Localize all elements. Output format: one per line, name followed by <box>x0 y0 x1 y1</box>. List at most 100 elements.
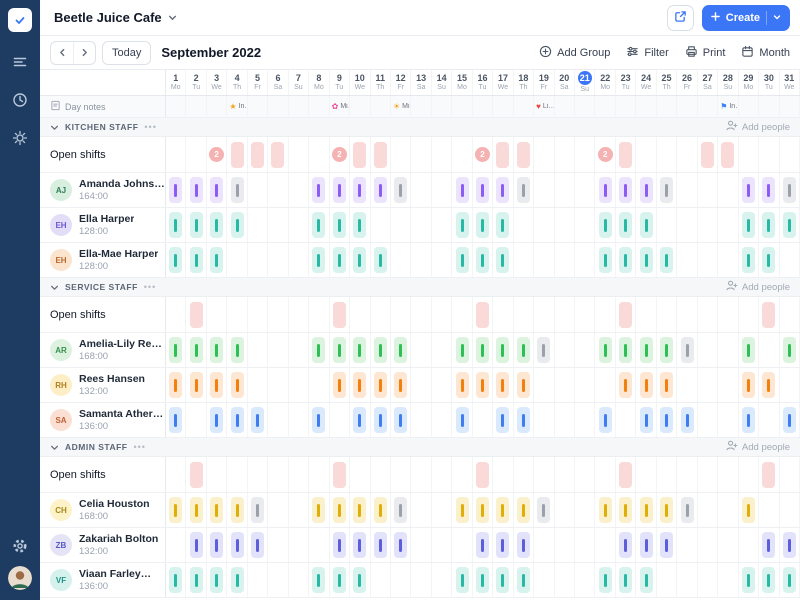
date-header-2[interactable]: 2 Tu <box>186 70 207 95</box>
open-shift-cell-24[interactable] <box>636 297 657 332</box>
date-header-26[interactable]: 26 Fr <box>677 70 698 95</box>
shift-pill[interactable] <box>373 407 387 433</box>
open-shift-cell-16[interactable] <box>473 297 494 332</box>
shift-pill[interactable] <box>496 247 510 273</box>
shift-pill[interactable] <box>312 497 326 523</box>
shift-cell-25[interactable] <box>657 333 678 367</box>
shift-pill[interactable] <box>230 177 244 203</box>
open-shift-cell-12[interactable] <box>391 137 412 172</box>
shift-cell-3[interactable] <box>207 333 228 367</box>
shift-cell-23[interactable] <box>616 173 637 207</box>
open-shift-cell-29[interactable] <box>739 297 760 332</box>
shift-cell-18[interactable] <box>514 403 535 437</box>
employee-cell[interactable]: VF Viaan Farley… 136:00 <box>40 563 166 597</box>
shift-cell-24[interactable] <box>636 403 657 437</box>
shift-pill[interactable] <box>189 337 203 363</box>
shift-pill[interactable] <box>475 497 489 523</box>
shift-pill[interactable] <box>516 567 530 593</box>
open-shift-cell-6[interactable] <box>268 137 289 172</box>
add-people-button[interactable]: Add people <box>725 279 790 295</box>
shift-cell-11[interactable] <box>371 333 391 367</box>
open-shift-cell-25[interactable] <box>657 137 678 172</box>
chevron-down-icon[interactable] <box>50 443 59 452</box>
shift-cell-9[interactable] <box>330 563 351 597</box>
shift-cell-30[interactable] <box>759 333 780 367</box>
prev-button[interactable] <box>51 42 73 64</box>
shift-cell-2[interactable] <box>186 368 207 402</box>
shift-pill[interactable] <box>189 212 203 238</box>
open-shift-cell-16[interactable] <box>473 457 494 492</box>
shift-pill[interactable] <box>455 372 469 398</box>
shift-cell-7[interactable] <box>289 563 310 597</box>
shift-pill[interactable] <box>475 177 489 203</box>
shift-cell-26[interactable] <box>677 528 698 562</box>
employee-cell[interactable]: ZB Zakariah Bolton 132:00 <box>40 528 166 562</box>
open-shift-cell-10[interactable] <box>350 137 371 172</box>
shift-cell-16[interactable] <box>473 493 494 527</box>
shift-pill[interactable] <box>516 177 530 203</box>
open-shift-cell-1[interactable] <box>166 297 187 332</box>
shift-pill[interactable] <box>496 532 510 558</box>
shift-cell-9[interactable] <box>330 368 351 402</box>
date-header-18[interactable]: 18 Th <box>514 70 535 95</box>
shift-cell-15[interactable] <box>452 528 473 562</box>
open-shift-cell-2[interactable] <box>186 297 207 332</box>
shift-pill[interactable] <box>210 532 224 558</box>
add-people-button[interactable]: Add people <box>725 439 790 455</box>
shift-cell-2[interactable] <box>186 243 207 277</box>
shift-cell-18[interactable] <box>514 333 535 367</box>
day-note-cell-6[interactable] <box>268 96 289 117</box>
shift-cell-24[interactable] <box>636 563 657 597</box>
shift-cell-13[interactable] <box>411 208 432 242</box>
shift-cell-14[interactable] <box>432 368 453 402</box>
shift-pill[interactable] <box>189 247 203 273</box>
shift-pill[interactable] <box>619 372 633 398</box>
shift-cell-29[interactable] <box>739 403 760 437</box>
shift-pill[interactable] <box>639 407 653 433</box>
open-shift-cell-13[interactable] <box>411 137 432 172</box>
shift-cell-1[interactable] <box>166 333 187 367</box>
open-shift-cell-20[interactable] <box>555 297 576 332</box>
open-shift-cell-28[interactable] <box>718 457 739 492</box>
open-shift-cell-11[interactable] <box>371 137 391 172</box>
shift-cell-5[interactable] <box>248 368 269 402</box>
shift-pill[interactable] <box>516 337 530 363</box>
shift-cell-24[interactable] <box>636 333 657 367</box>
shift-pill[interactable] <box>189 532 203 558</box>
shift-cell-1[interactable] <box>166 243 187 277</box>
shift-pill[interactable] <box>639 212 653 238</box>
shift-cell-25[interactable] <box>657 493 678 527</box>
shift-pill[interactable] <box>455 247 469 273</box>
date-header-8[interactable]: 8 Mo <box>309 70 330 95</box>
open-shift-cell-27[interactable] <box>698 297 719 332</box>
shift-pill[interactable] <box>312 247 326 273</box>
shift-pill[interactable] <box>660 407 674 433</box>
shift-cell-3[interactable] <box>207 563 228 597</box>
shift-pill[interactable] <box>782 567 796 593</box>
shift-pill[interactable] <box>353 212 367 238</box>
shift-pill[interactable] <box>639 532 653 558</box>
shift-cell-24[interactable] <box>636 243 657 277</box>
shift-pill[interactable] <box>394 532 408 558</box>
open-shift-block[interactable] <box>762 301 776 328</box>
shift-cell-21[interactable] <box>575 493 596 527</box>
open-shift-cell-11[interactable] <box>371 297 391 332</box>
day-note-cell-27[interactable] <box>698 96 719 117</box>
open-shift-cell-4[interactable] <box>227 297 248 332</box>
shift-cell-3[interactable] <box>207 243 228 277</box>
shift-pill[interactable] <box>639 247 653 273</box>
shift-pill[interactable] <box>230 497 244 523</box>
shift-pill[interactable] <box>353 532 367 558</box>
shift-pill[interactable] <box>680 497 694 523</box>
shift-cell-6[interactable] <box>268 243 289 277</box>
open-shift-cell-31[interactable] <box>780 457 800 492</box>
shift-cell-2[interactable] <box>186 493 207 527</box>
shift-pill[interactable] <box>230 372 244 398</box>
open-shift-cell-12[interactable] <box>391 457 412 492</box>
shift-cell-8[interactable] <box>309 403 330 437</box>
open-shift-cell-15[interactable] <box>452 457 473 492</box>
shift-cell-5[interactable] <box>248 563 269 597</box>
shift-cell-8[interactable] <box>309 493 330 527</box>
shift-cell-27[interactable] <box>698 368 719 402</box>
shift-pill[interactable] <box>741 212 755 238</box>
